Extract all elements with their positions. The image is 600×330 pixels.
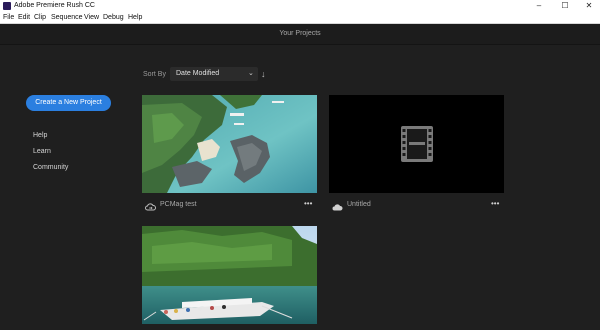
project-thumbnail[interactable] [142,95,317,193]
project-thumbnail[interactable] [142,226,317,324]
project-name[interactable]: Untitled [347,200,371,209]
more-options-icon[interactable]: ••• [491,199,499,208]
project-thumbnail[interactable] [329,95,504,193]
project-thumbnail-image [142,226,317,324]
menu-clip[interactable]: Clip [34,13,46,22]
cloud-sync-icon [145,199,156,211]
sort-dropdown-value: Date Modified [176,70,220,77]
minimize-button[interactable]: – [527,0,551,12]
create-new-project-button[interactable]: Create a New Project [26,95,111,111]
sort-by-label: Sort By [143,71,166,78]
maximize-button[interactable]: ☐ [553,0,577,12]
project-thumbnail-image [142,95,317,193]
project-name[interactable]: PCMag test [160,200,197,209]
menu-file[interactable]: File [3,13,14,22]
sidebar-link-community[interactable]: Community [33,163,68,172]
film-strip-icon [401,126,433,162]
chevron-down-icon: ⌄ [248,70,254,77]
menu-help[interactable]: Help [128,13,142,22]
sort-direction-arrow-icon[interactable]: ↓ [261,69,266,79]
window-title: Adobe Premiere Rush CC [14,2,95,9]
page-title: Your Projects [279,30,321,37]
menu-sequence[interactable]: Sequence [51,13,83,22]
menu-edit[interactable]: Edit [18,13,30,22]
more-options-icon[interactable]: ••• [304,199,312,208]
premiere-rush-app-icon [3,2,11,10]
close-button[interactable]: ✕ [577,0,600,12]
sidebar-link-learn[interactable]: Learn [33,147,51,156]
sidebar-link-help[interactable]: Help [33,131,47,140]
cloud-icon [332,199,343,211]
menu-view[interactable]: View [84,13,99,22]
menu-debug[interactable]: Debug [103,13,124,22]
